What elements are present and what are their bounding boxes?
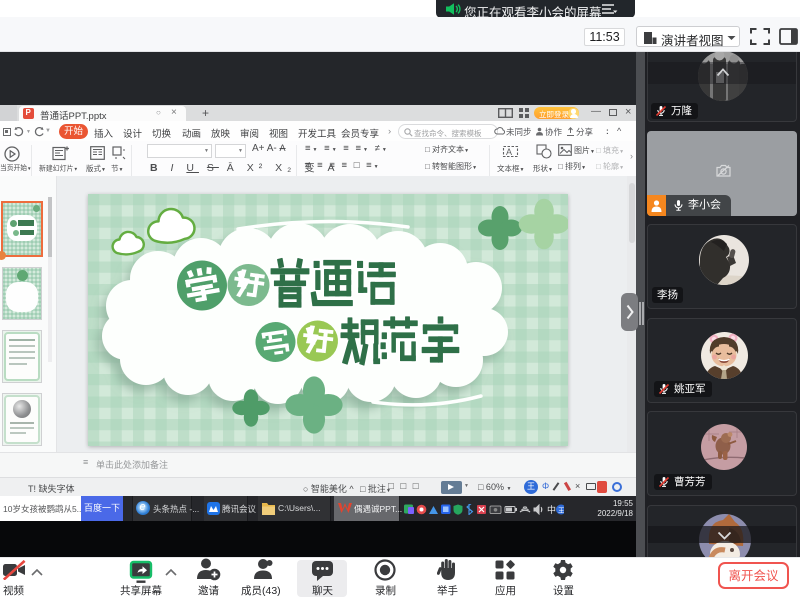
- svg-text:A: A: [506, 147, 512, 157]
- svg-text:中: 中: [547, 504, 556, 515]
- svg-text:王: 王: [558, 506, 564, 514]
